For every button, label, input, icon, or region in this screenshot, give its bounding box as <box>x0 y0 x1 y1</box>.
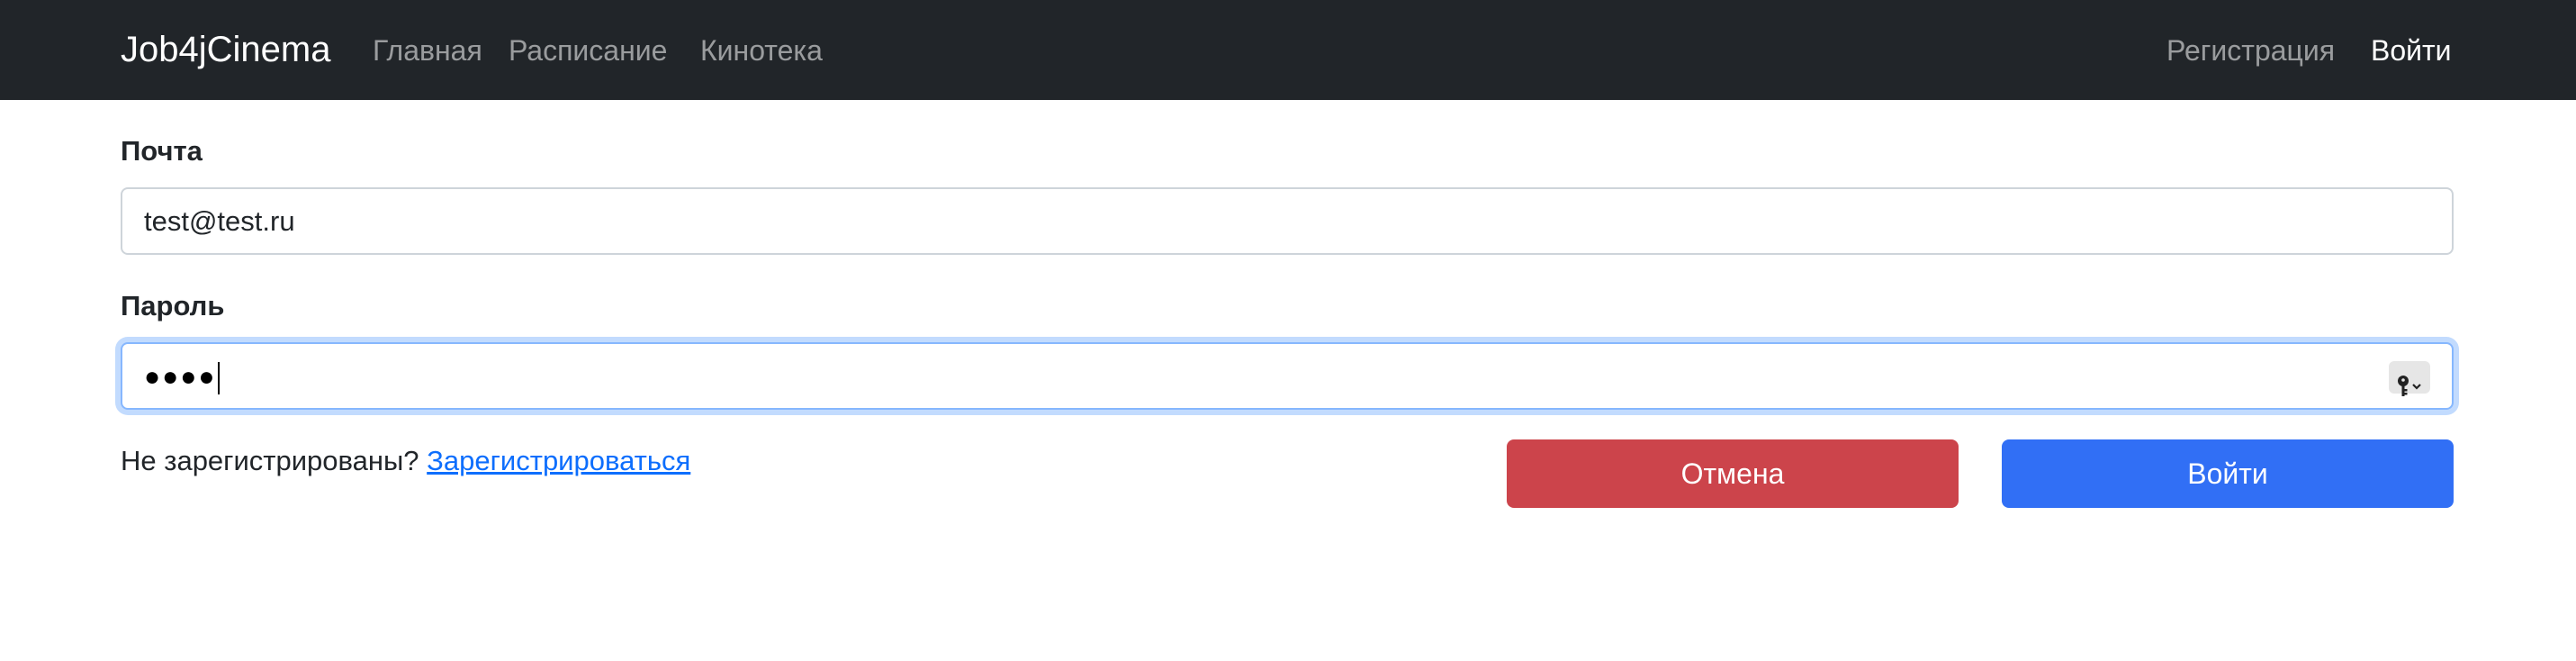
password-field-value: ●●●● <box>144 362 217 392</box>
login-button[interactable]: Войти <box>2002 439 2454 508</box>
email-label: Почта <box>121 135 203 167</box>
register-prompt: Не зарегистрированы? Зарегистрироваться <box>121 443 690 479</box>
nav-link-register[interactable]: Регистрация <box>2166 32 2335 68</box>
nav-link-film-library[interactable]: Кинотека <box>700 32 823 68</box>
nav-link-schedule[interactable]: Расписание <box>509 32 667 68</box>
password-manager-button[interactable] <box>2389 361 2430 396</box>
text-caret <box>218 361 221 394</box>
brand-logo[interactable]: Job4jCinema <box>121 27 330 72</box>
navbar: Job4jCinema Главная Расписание Кинотека … <box>0 0 2576 100</box>
nav-link-login[interactable]: Войти <box>2371 32 2452 68</box>
nav-link-home[interactable]: Главная <box>373 32 482 68</box>
password-label: Пароль <box>121 290 225 321</box>
key-icon <box>2398 376 2421 396</box>
email-field-value: test@test.ru <box>144 205 295 237</box>
cancel-button[interactable]: Отмена <box>1507 439 1959 508</box>
register-link[interactable]: Зарегистрироваться <box>427 445 690 476</box>
register-question: Не зарегистрированы? <box>121 445 419 476</box>
email-field[interactable]: test@test.ru <box>121 187 2454 255</box>
password-field[interactable]: ●●●● <box>121 342 2454 410</box>
